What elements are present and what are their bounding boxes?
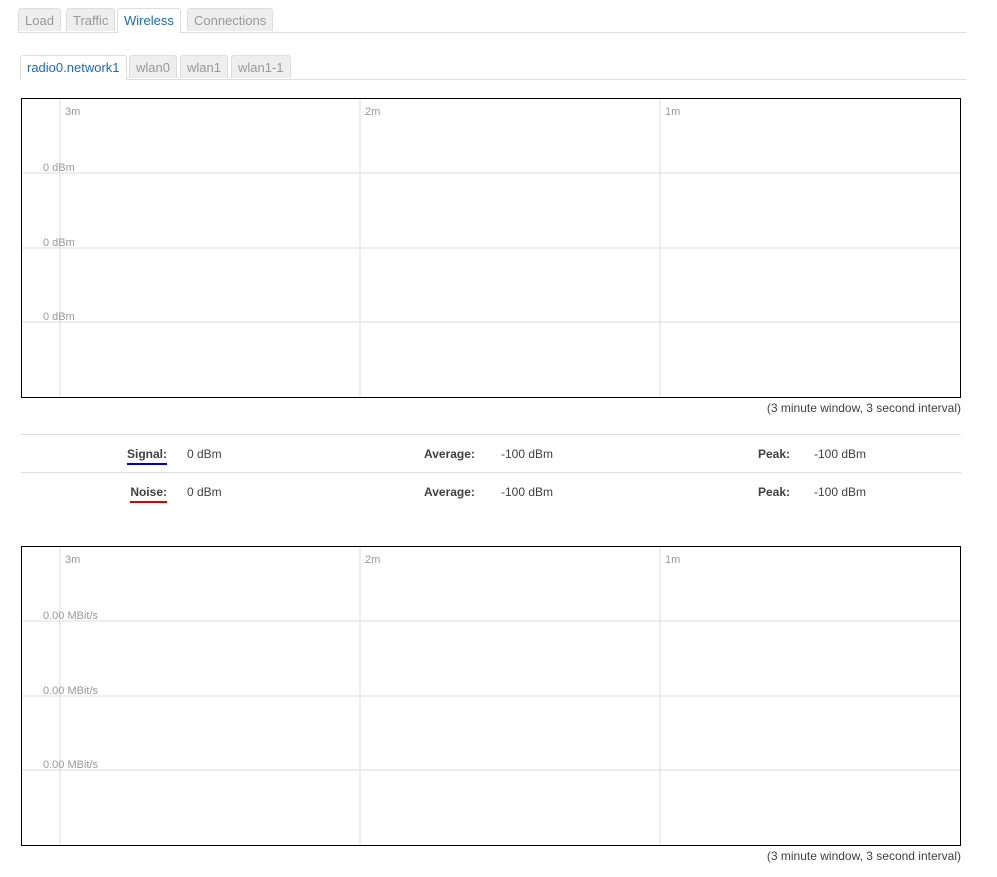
tab-load[interactable]: Load (18, 8, 61, 31)
signal-graph-note: (3 minute window, 3 second interval) (766, 401, 961, 415)
rate-graph-y-label: 0.00 MBit/s (43, 610, 99, 622)
signal-average-value: -100 dBm (501, 447, 554, 461)
signal-graph-y-label: 0 dBm (43, 162, 75, 174)
interface-tabbar: radio0.network1 wlan0 wlan1 wlan1-1 (20, 55, 966, 80)
tab-wlan0[interactable]: wlan0 (129, 55, 177, 78)
signal-graph-time-label: 2m (365, 106, 380, 118)
rate-graph: 3m 2m 1m 0.00 MBit/s 0.00 MBit/s 0.00 MBit/s (21, 546, 961, 846)
signal-graph-grid: 3m 2m 1m 0 dBm 0 dBm 0 dBm (22, 99, 960, 397)
signal-graph-y-label: 0 dBm (43, 311, 75, 323)
noise-average-label: Average: (424, 485, 475, 499)
signal-value: 0 dBm (187, 447, 222, 461)
primary-tabbar: Load Traffic Wireless Connections (18, 8, 966, 33)
noise-peak-value: -100 dBm (814, 485, 867, 499)
noise-color-swatch (130, 501, 167, 503)
rate-graph-time-label: 2m (365, 554, 380, 566)
signal-color-swatch (126, 463, 167, 465)
signal-label: Signal: (126, 447, 167, 461)
rate-graph-grid: 3m 2m 1m 0.00 MBit/s 0.00 MBit/s 0.00 MBit/s (22, 547, 960, 845)
noise-value: 0 dBm (187, 485, 222, 499)
tab-traffic[interactable]: Traffic (66, 8, 116, 31)
signal-peak-value: -100 dBm (814, 447, 867, 461)
tab-connections[interactable]: Connections (187, 8, 274, 31)
tab-radio0-network1[interactable]: radio0.network1 (20, 55, 127, 80)
noise-legend: Noise: (130, 485, 167, 503)
rate-graph-time-label: 3m (65, 554, 80, 566)
signal-graph-time-label: 3m (65, 106, 80, 118)
tab-wlan1-1[interactable]: wlan1-1 (231, 55, 291, 78)
rate-graph-time-label: 1m (665, 554, 680, 566)
signal-row: Signal: 0 dBm Average: -100 dBm Peak: -1… (21, 434, 961, 472)
rate-graph-note: (3 minute window, 3 second interval) (766, 849, 961, 863)
signal-graph: 3m 2m 1m 0 dBm 0 dBm 0 dBm (21, 98, 961, 398)
signal-graph-time-label: 1m (665, 106, 680, 118)
tab-wlan1[interactable]: wlan1 (180, 55, 228, 78)
rate-graph-y-label: 0.00 MBit/s (43, 759, 99, 771)
noise-peak-label: Peak: (758, 485, 791, 499)
noise-row: Noise: 0 dBm Average: -100 dBm Peak: -10… (21, 472, 961, 510)
signal-average-label: Average: (424, 447, 475, 461)
noise-average-value: -100 dBm (501, 485, 554, 499)
signal-graph-y-label: 0 dBm (43, 237, 75, 249)
tab-wireless[interactable]: Wireless (117, 8, 181, 33)
noise-label: Noise: (130, 485, 167, 499)
signal-peak-label: Peak: (758, 447, 791, 461)
rate-graph-y-label: 0.00 MBit/s (43, 685, 99, 697)
signal-legend: Signal: (126, 447, 167, 465)
wireless-stats-table: Signal: 0 dBm Average: -100 dBm Peak: -1… (21, 434, 961, 510)
